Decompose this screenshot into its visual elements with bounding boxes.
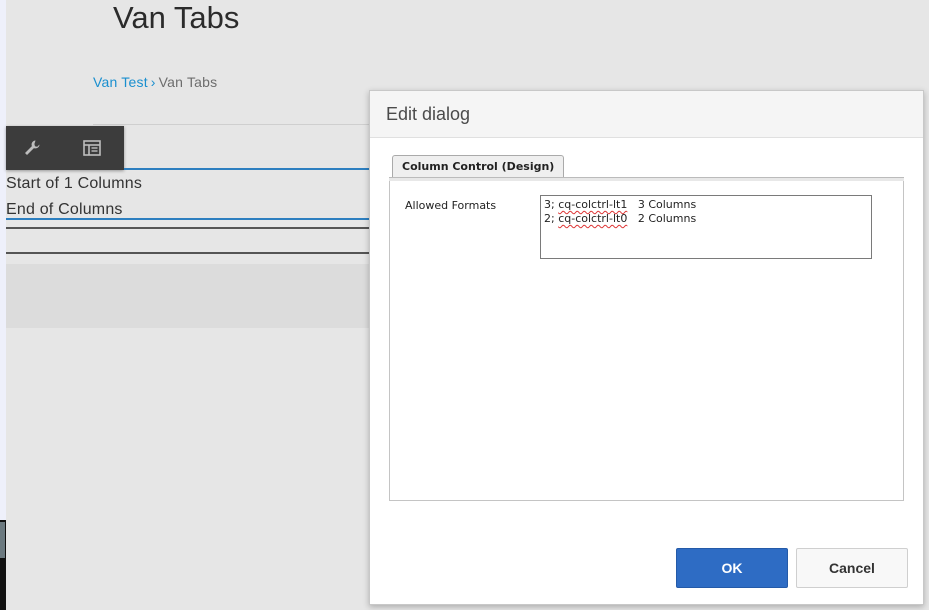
ok-button[interactable]: OK: [676, 548, 788, 588]
selection-underline: [6, 218, 369, 220]
columns-end-text[interactable]: End of Columns: [6, 201, 123, 219]
dialog-title: Edit dialog: [386, 104, 471, 124]
format-line: 3; cq-colctrl-lt1 3 Columns: [544, 198, 697, 211]
dialog-header[interactable]: Edit dialog: [370, 91, 923, 138]
component-toolbar: [6, 126, 124, 170]
wrench-icon[interactable]: [18, 136, 46, 160]
tab-panel: Allowed Formats 3; cq-colctrl-lt1 3 Colu…: [389, 181, 904, 501]
page-title: Van Tabs: [113, 0, 240, 35]
tab-column-control-design[interactable]: Column Control (Design): [392, 155, 565, 178]
divider: [93, 124, 369, 125]
column-separator-top: [6, 227, 369, 229]
column-separator-bottom: [6, 252, 369, 254]
selection-outline: [124, 168, 369, 170]
allowed-formats-textarea[interactable]: 3; cq-colctrl-lt1 3 Columns 2; cq-colctr…: [540, 195, 872, 259]
layout-icon[interactable]: [78, 136, 106, 160]
drop-zone[interactable]: [6, 264, 369, 328]
cancel-button[interactable]: Cancel: [796, 548, 908, 588]
spellcheck-word: cq-colctrl-lt1: [558, 198, 628, 211]
breadcrumb-link-parent[interactable]: Van Test: [93, 74, 148, 90]
breadcrumb: Van Test › Van Tabs: [93, 74, 217, 90]
allowed-formats-label: Allowed Formats: [405, 199, 497, 212]
breadcrumb-separator-icon: ›: [150, 74, 156, 90]
format-line: 2; cq-colctrl-lt0 2 Columns: [544, 212, 697, 225]
columns-start-text[interactable]: Start of 1 Columns: [6, 175, 142, 193]
left-edge-handle[interactable]: [0, 522, 5, 558]
breadcrumb-current: Van Tabs: [158, 74, 218, 90]
spellcheck-word: cq-colctrl-lt0: [558, 212, 628, 225]
edit-dialog: Edit dialog Column Control (Design) Allo…: [369, 90, 924, 605]
